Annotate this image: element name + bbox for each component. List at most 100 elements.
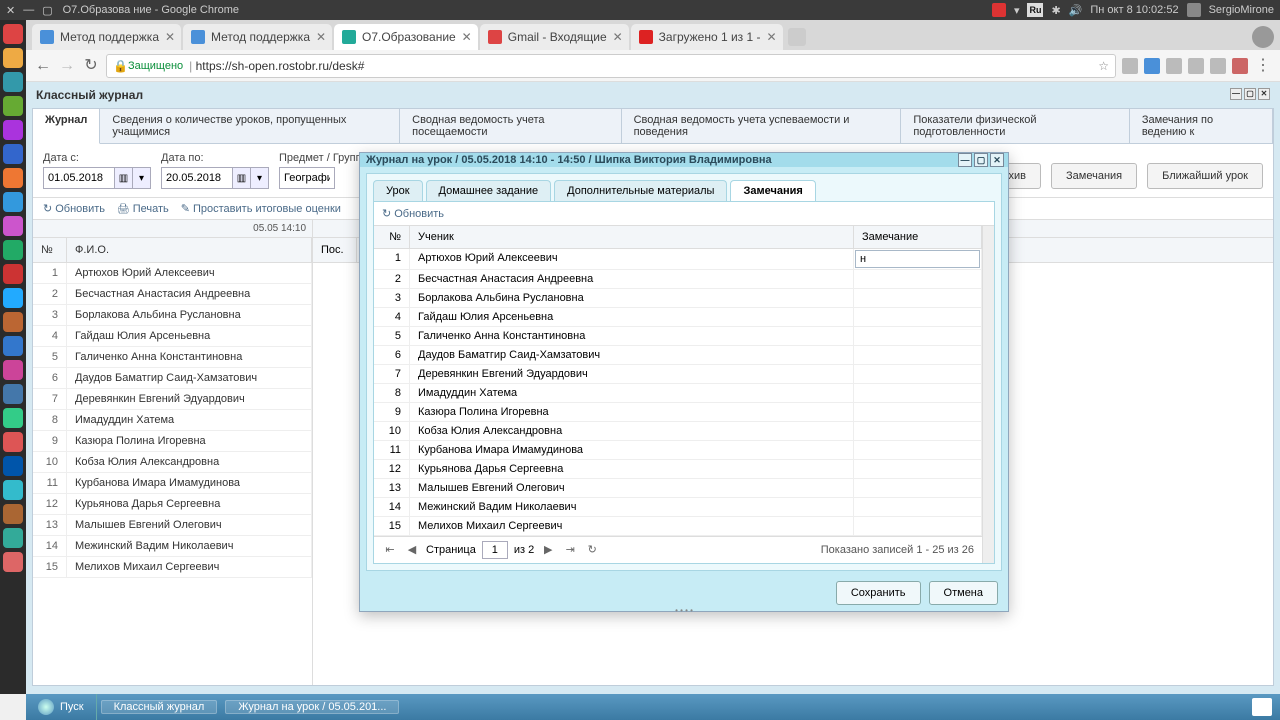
panel-maximize-icon[interactable]: ▢ [1244,88,1256,100]
profile-avatar-icon[interactable] [1252,26,1274,48]
student-row[interactable]: 9Казюра Полина Игоревна [33,431,312,452]
student-row[interactable]: 1Артюхов Юрий Алексеевич [33,263,312,284]
dock-app-icon[interactable] [3,552,23,572]
maximize-icon[interactable]: ▢ [42,4,52,17]
dock-app-icon[interactable] [3,168,23,188]
bookmark-star-icon[interactable]: ☆ [1098,59,1109,73]
journal-subtab[interactable]: Журнал [33,109,100,144]
remark-row[interactable]: 5Галиченко Анна Константиновна [374,327,982,346]
tab-close-icon[interactable]: ✕ [766,30,776,44]
close-icon[interactable]: ✕ [6,4,15,17]
remark-input[interactable] [855,250,980,268]
browser-tab[interactable]: Метод поддержка✕ [32,24,181,50]
pager-last-icon[interactable]: ⇥ [562,542,578,558]
remark-row[interactable]: 6Даудов Баматгир Саид-Хамзатович [374,346,982,365]
remark-cell[interactable] [854,308,982,326]
back-button[interactable]: ← [34,57,52,75]
remark-row[interactable]: 4Гайдаш Юлия Арсеньевна [374,308,982,327]
remark-row[interactable]: 8Имадуддин Хатема [374,384,982,403]
reload-button[interactable]: ↻ [82,57,100,75]
student-row[interactable]: 4Гайдаш Юлия Арсеньевна [33,326,312,347]
modal-refresh-button[interactable]: Обновить [382,208,444,220]
user-avatar-icon[interactable] [1187,3,1201,17]
dock-app-icon[interactable] [3,264,23,284]
dock-app-icon[interactable] [3,480,23,500]
forward-button[interactable]: → [58,57,76,75]
remarks-button[interactable]: Замечания [1051,163,1137,189]
pager-prev-icon[interactable]: ◀ [404,542,420,558]
translate-icon[interactable] [1144,58,1160,74]
remark-cell[interactable] [854,327,982,345]
student-row[interactable]: 8Имадуддин Хатема [33,410,312,431]
remark-row[interactable]: 1Артюхов Юрий Алексеевич [374,249,982,270]
remark-cell[interactable] [854,270,982,288]
remark-cell[interactable] [854,460,982,478]
student-row[interactable]: 3Борлакова Альбина Руслановна [33,305,312,326]
journal-subtab[interactable]: Сводная ведомость учета успеваемости и п… [622,109,902,143]
remark-cell[interactable] [854,479,982,497]
remark-cell[interactable] [854,422,982,440]
dock-app-icon[interactable] [3,24,23,44]
taskbar-window[interactable]: Классный журнал [101,700,218,714]
modal-close-icon[interactable]: ✕ [990,153,1004,167]
date-picker-icon[interactable]: ▾ [251,167,269,189]
dock-app-icon[interactable] [3,240,23,260]
start-button[interactable]: Пуск [26,694,97,720]
dock-app-icon[interactable] [3,144,23,164]
browser-tab[interactable]: Gmail - Входящие✕ [480,24,629,50]
dock-app-icon[interactable] [3,72,23,92]
chrome-menu-icon[interactable]: ⋮ [1254,57,1272,75]
dock-app-icon[interactable] [3,312,23,332]
remark-row[interactable]: 3Борлакова Альбина Руслановна [374,289,982,308]
modal-tab[interactable]: Урок [373,180,423,201]
os-clock[interactable]: Пн окт 8 10:02:52 [1090,4,1178,16]
tab-close-icon[interactable]: ✕ [316,30,326,44]
journal-subtab[interactable]: Замечания по ведению к [1130,109,1273,143]
calendar-icon[interactable]: ▥ [233,167,251,189]
print-button[interactable]: Печать [117,203,169,215]
pager-refresh-icon[interactable]: ↻ [584,542,600,558]
remark-cell[interactable] [854,289,982,307]
dock-app-icon[interactable] [3,456,23,476]
tab-close-icon[interactable]: ✕ [613,30,623,44]
dock-app-icon[interactable] [3,288,23,308]
pager-first-icon[interactable]: ⇤ [382,542,398,558]
remark-cell[interactable] [854,498,982,516]
remark-row[interactable]: 14Межинский Вадим Николаевич [374,498,982,517]
journal-subtab[interactable]: Сведения о количестве уроков, пропущенны… [100,109,400,143]
dock-app-icon[interactable] [3,96,23,116]
remark-cell[interactable] [854,517,982,535]
nearest-lesson-button[interactable]: Ближайший урок [1147,163,1263,189]
tab-close-icon[interactable]: ✕ [165,30,175,44]
calendar-icon[interactable]: ▥ [115,167,133,189]
modal-tab[interactable]: Домашнее задание [426,180,552,201]
pager-next-icon[interactable]: ▶ [540,542,556,558]
extension-icon[interactable] [1210,58,1226,74]
record-icon[interactable] [992,3,1006,17]
modal-scrollbar[interactable] [982,226,994,563]
remark-row[interactable]: 11Курбанова Имара Имамудинова [374,441,982,460]
rostelecom-logo-icon[interactable] [1252,698,1272,716]
dock-app-icon[interactable] [3,216,23,236]
address-bar[interactable]: 🔒 Защищено | https://sh-open.rostobr.ru/… [106,54,1116,78]
browser-tab[interactable]: О7.Образование✕ [334,24,478,50]
student-row[interactable]: 12Курьянова Дарья Сергеевна [33,494,312,515]
remark-row[interactable]: 13Малышев Евгений Олегович [374,479,982,498]
bluetooth-icon[interactable]: ✱ [1051,4,1060,17]
pager-page-input[interactable] [482,541,508,559]
student-row[interactable]: 6Даудов Баматгир Саид-Хамзатович [33,368,312,389]
taskbar-window[interactable]: Журнал на урок / 05.05.201... [225,700,399,714]
modal-tab[interactable]: Дополнительные материалы [554,180,727,201]
remark-row[interactable]: 10Кобза Юлия Александровна [374,422,982,441]
extension-icon[interactable] [1232,58,1248,74]
panel-minimize-icon[interactable]: — [1230,88,1242,100]
student-row[interactable]: 11Курбанова Имара Имамудинова [33,473,312,494]
panel-close-icon[interactable]: ✕ [1258,88,1270,100]
modal-minimize-icon[interactable]: — [958,153,972,167]
student-row[interactable]: 2Бесчастная Анастасия Андреевна [33,284,312,305]
student-row[interactable]: 15Мелихов Михаил Сергеевич [33,557,312,578]
extension-icon[interactable] [1166,58,1182,74]
extension-icon[interactable] [1188,58,1204,74]
journal-subtab[interactable]: Сводная ведомость учета посещаемости [400,109,621,143]
remark-cell[interactable] [854,441,982,459]
